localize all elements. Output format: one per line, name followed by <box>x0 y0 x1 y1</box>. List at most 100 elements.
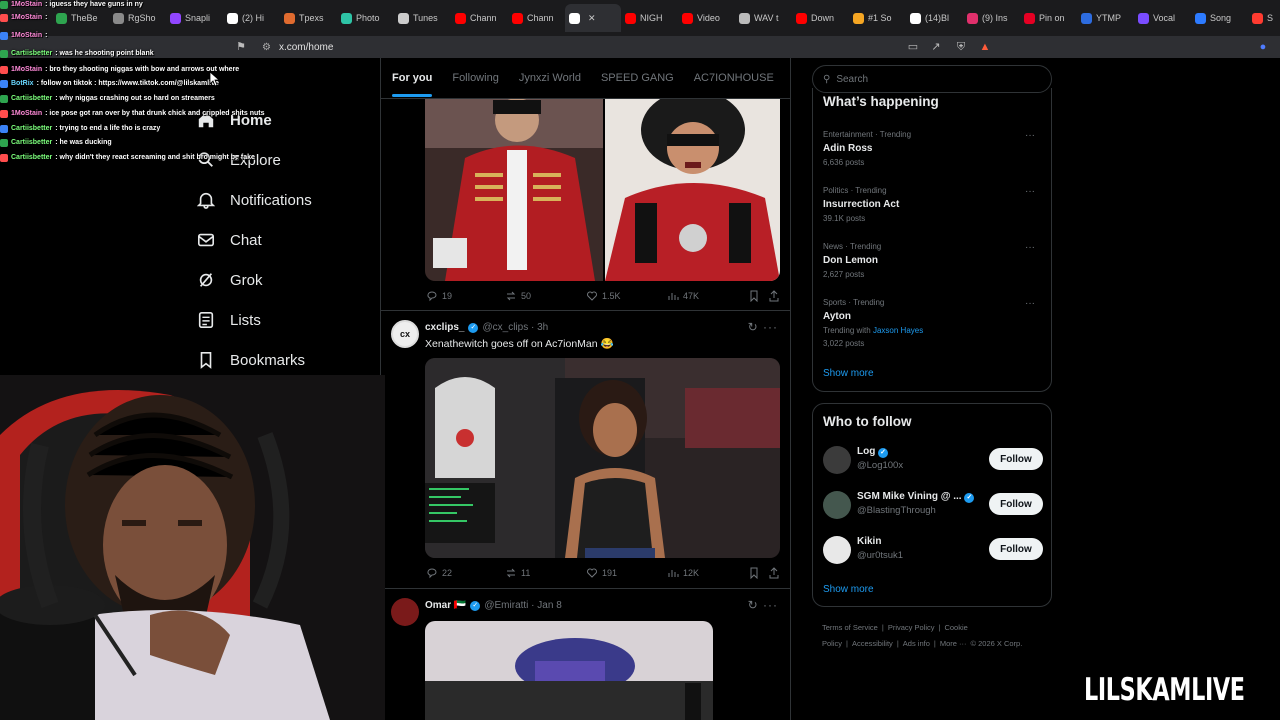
views-button[interactable]: 12K <box>667 567 699 579</box>
trend-title: Ayton <box>823 311 851 322</box>
feed-tab[interactable]: SPEED GANG <box>601 72 674 84</box>
browser-tab[interactable]: Vocal <box>1134 4 1191 32</box>
like-button[interactable]: 1.5K <box>586 290 621 302</box>
nav-item-chat[interactable]: Chat <box>196 220 376 260</box>
follow-button[interactable]: Follow <box>989 493 1043 515</box>
avatar[interactable] <box>823 446 851 474</box>
footer-link[interactable]: Privacy Policy <box>888 623 935 632</box>
footer-link[interactable]: © 2026 X Corp. <box>971 639 1023 648</box>
browser-tab[interactable]: YTMP <box>1077 4 1134 32</box>
browser-tab[interactable]: (14)Bl <box>906 4 963 32</box>
avatar[interactable]: cx <box>391 320 419 348</box>
trend-category: Politics · Trending <box>823 186 887 195</box>
repost-button[interactable]: 50 <box>505 290 531 302</box>
reply-button[interactable]: 19 <box>426 290 452 302</box>
feed-tab[interactable]: AC7IONHOUSE <box>694 72 774 84</box>
shield-icon[interactable]: ⛨ <box>954 40 968 54</box>
share-icon[interactable]: ↗ <box>929 40 943 54</box>
nav-item-bookmarks[interactable]: Bookmarks <box>196 340 376 380</box>
suggestion-name: Log ✓ <box>857 446 889 458</box>
brave-rewards-icon[interactable]: ▲ <box>978 40 992 54</box>
trend-post-count: 2,627 posts <box>823 270 865 279</box>
suggestion-handle: @BlastingThrough <box>857 505 936 516</box>
nav-item-home[interactable]: Home <box>196 100 376 140</box>
share-button[interactable] <box>768 567 780 579</box>
cast-icon[interactable]: ▭ <box>906 40 920 54</box>
repost-button[interactable]: 11 <box>505 567 530 579</box>
browser-tab[interactable]: Chann <box>508 4 565 32</box>
follow-button[interactable]: Follow <box>989 538 1043 560</box>
more-options-icon[interactable]: ↻ ··· <box>748 320 778 334</box>
url-field[interactable]: ⚙ x.com/home <box>254 38 1004 56</box>
close-tab-icon[interactable]: ✕ <box>588 13 596 24</box>
browser-tab[interactable]: Tunes <box>394 4 451 32</box>
nav-item-notifications[interactable]: Notifications <box>196 180 376 220</box>
browser-tab[interactable]: Tpexs <box>280 4 337 32</box>
trend-item[interactable]: News · Trending Don Lemon 2,627 posts ··· <box>823 242 1043 279</box>
nav-item-lists[interactable]: Lists <box>196 300 376 340</box>
avatar[interactable] <box>823 536 851 564</box>
tweet-image-right[interactable] <box>605 88 780 281</box>
who-to-follow-show-more-link[interactable]: Show more <box>823 584 874 595</box>
browser-tab[interactable]: Down <box>792 4 849 32</box>
tab-favicon-icon <box>398 12 409 24</box>
browser-tab[interactable]: Photo <box>337 4 394 32</box>
follow-suggestion[interactable]: SGM Mike Vining @ ... ✓ @BlastingThrough F… <box>823 489 1043 525</box>
browser-tab[interactable]: (2) Hi <box>223 4 280 32</box>
tweet-video[interactable] <box>425 621 713 720</box>
browser-tab[interactable]: Snapli <box>166 4 223 32</box>
feed-tab[interactable]: Following <box>452 72 498 84</box>
views-button[interactable]: 47K <box>667 290 699 302</box>
browser-tab[interactable]: ✕ <box>565 4 621 32</box>
author-name[interactable]: cxclips_ <box>425 322 464 333</box>
site-settings-icon[interactable]: ⚙ <box>262 42 271 53</box>
follow-suggestion[interactable]: Kikin @ur0tsuk1 Follow <box>823 534 1043 570</box>
trend-item[interactable]: Entertainment · Trending Adin Ross 6,636 p… <box>823 130 1043 167</box>
nav-item-grok[interactable]: Grok <box>196 260 376 300</box>
tab-favicon-icon <box>170 12 181 24</box>
browser-tab[interactable]: Pin on <box>1020 4 1077 32</box>
tweet-actions: 19 50 1.5K 47K <box>426 290 781 308</box>
trend-item[interactable]: Sports · Trending Ayton Trending with Jaxs… <box>823 298 1043 348</box>
view-count: 47K <box>683 291 700 301</box>
tweet-image-left[interactable] <box>425 88 603 281</box>
browser-tab[interactable]: WAV t <box>735 4 792 32</box>
footer-link[interactable]: Terms of Service <box>822 623 878 632</box>
footer-link[interactable]: More ··· <box>940 639 967 648</box>
feed-tab[interactable]: For you <box>392 72 433 97</box>
browser-tab[interactable]: #1 So <box>849 4 906 32</box>
more-options-icon[interactable]: ↻ ··· <box>748 598 778 612</box>
bookmark-button[interactable] <box>748 290 760 302</box>
avatar[interactable] <box>391 598 419 626</box>
browser-tab[interactable]: NIGH <box>621 4 678 32</box>
reply-icon <box>427 568 437 579</box>
more-options-icon[interactable]: ··· <box>1025 242 1035 253</box>
browser-tab[interactable]: Chann <box>451 4 508 32</box>
more-options-icon[interactable]: ··· <box>1025 186 1035 197</box>
author-handle[interactable]: @cx_clips · 3h <box>482 322 548 333</box>
trend-item[interactable]: Politics · Trending Insurrection Act 39.1K… <box>823 186 1043 223</box>
more-options-icon[interactable]: ··· <box>1025 130 1035 141</box>
author-name[interactable]: Omar 🇦🇪 <box>425 600 466 611</box>
follow-button[interactable]: Follow <box>989 448 1043 470</box>
feed-tab[interactable]: Jynxzi World <box>519 72 581 84</box>
bookmark-star-icon[interactable]: ⚑ <box>234 40 248 54</box>
bookmark-button[interactable] <box>748 567 760 579</box>
more-options-icon[interactable]: ··· <box>1025 298 1035 309</box>
browser-tab[interactable]: Video <box>678 4 735 32</box>
follow-suggestion[interactable]: Log ✓ @Log100x Follow <box>823 444 1043 480</box>
browser-tab[interactable]: S <box>1248 4 1280 32</box>
trending-show-more-link[interactable]: Show more <box>823 368 874 379</box>
trend-related-link[interactable]: Jaxson Hayes <box>873 326 923 335</box>
tweet-video[interactable] <box>425 358 780 558</box>
author-handle[interactable]: @Emiratti · Jan 8 <box>484 600 561 611</box>
like-button[interactable]: 191 <box>586 567 617 579</box>
share-button[interactable] <box>768 290 780 302</box>
footer-link[interactable]: Accessibility <box>852 639 893 648</box>
extension-icon[interactable]: ● <box>1256 40 1270 54</box>
reply-button[interactable]: 22 <box>426 567 452 579</box>
browser-tab[interactable]: (9) Ins <box>963 4 1020 32</box>
footer-link[interactable]: Ads info <box>903 639 930 648</box>
browser-tab[interactable]: Song <box>1191 4 1248 32</box>
avatar[interactable] <box>823 491 851 519</box>
